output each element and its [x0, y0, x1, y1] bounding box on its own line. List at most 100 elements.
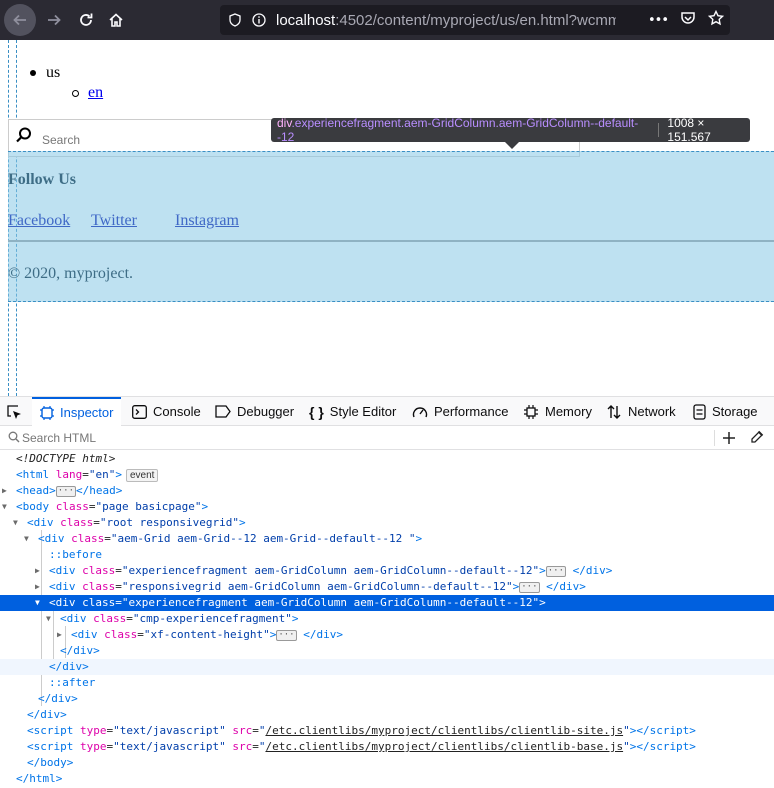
tab-label: Style Editor: [329, 404, 397, 419]
expand-twisty-icon[interactable]: ▶: [57, 627, 67, 643]
back-button[interactable]: [4, 4, 36, 36]
pocket-icon[interactable]: [680, 10, 696, 30]
markup-node[interactable]: <html lang="en"> event: [0, 467, 774, 483]
markup-node-content: </div>: [49, 660, 89, 673]
tab-debugger[interactable]: Debugger: [215, 397, 294, 426]
follow-us-heading: Follow Us: [8, 171, 76, 188]
element-picker-icon: [7, 404, 21, 419]
network-arrows-icon: [607, 404, 621, 419]
search-icon: [8, 431, 20, 443]
tab-console[interactable]: Console: [132, 397, 201, 426]
tab-label: Inspector: [60, 405, 114, 420]
tab-style-editor[interactable]: { } Style Editor: [309, 397, 396, 426]
markup-node[interactable]: ▶ <div class="xf-content-height"> ··· </di…: [0, 627, 774, 643]
home-icon: [109, 13, 123, 27]
nav-item-language: en: [72, 84, 103, 102]
eyedropper-button[interactable]: [750, 430, 764, 447]
infobar-arrow: [505, 142, 519, 149]
bullet-icon: [30, 70, 36, 76]
search-input[interactable]: Search: [42, 133, 80, 147]
add-node-button[interactable]: [722, 427, 736, 450]
language-link-en[interactable]: en: [88, 84, 103, 102]
markup-tree: <!DOCTYPE html> <html lang="en"> event ▶ <he…: [0, 450, 774, 788]
infobar-tag: div: [277, 116, 292, 130]
markup-node[interactable]: <script type="text/javascript" src="/etc…: [0, 723, 774, 739]
markup-node[interactable]: </div>: [0, 659, 774, 675]
tab-memory[interactable]: Memory: [523, 397, 592, 426]
infobar-dimensions: 1008 × 151.567: [667, 116, 711, 144]
markup-node-content: </body>: [27, 756, 74, 769]
tab-label: Storage: [712, 404, 758, 419]
markup-node-content: ::before: [49, 548, 102, 561]
url-text[interactable]: localhost:4502/content/myproject/us/en.h…: [276, 12, 616, 29]
markup-node[interactable]: </div>: [0, 643, 774, 659]
collapse-twisty-icon[interactable]: ▼: [24, 531, 34, 547]
markup-node-content: <head> ··· </head>: [16, 484, 123, 497]
markup-node[interactable]: ▼ <div class="aem-Grid aem-Grid--12 aem-G…: [0, 531, 774, 547]
tab-performance[interactable]: Performance: [412, 397, 508, 426]
markup-node[interactable]: ::before: [0, 547, 774, 563]
page-actions-button[interactable]: •••: [648, 13, 669, 28]
collapse-twisty-icon[interactable]: ▼: [2, 499, 12, 515]
url-host: localhost: [276, 11, 336, 29]
tab-inspector[interactable]: Inspector: [32, 397, 122, 426]
markup-node[interactable]: ▼ <body class="page basicpage">: [0, 499, 774, 515]
markup-node-selected[interactable]: ▼ <div class="experiencefragment aem-Grid…: [0, 595, 774, 611]
collapse-twisty-icon[interactable]: ▼: [35, 595, 45, 611]
arrow-right-icon: [48, 14, 61, 26]
circle-bullet-icon: [72, 89, 79, 97]
bookmark-star-icon[interactable]: [707, 9, 725, 30]
copyright-text: © 2020, myproject.: [8, 265, 134, 282]
markup-node[interactable]: ▼ <div class="cmp-experiencefragment">: [0, 611, 774, 627]
markup-node[interactable]: <!DOCTYPE html>: [0, 451, 774, 467]
address-bar[interactable]: localhost:4502/content/myproject/us/en.h…: [220, 5, 730, 35]
markup-node-content: <div class="root responsivegrid">: [27, 516, 246, 529]
element-picker-button[interactable]: [6, 397, 22, 426]
inspector-infobar: div.experiencefragment.aem-GridColumn.ae…: [271, 116, 750, 144]
infobar-classes: .experiencefragment.aem-GridColumn.aem-G…: [277, 116, 639, 144]
markup-node-content: <div class="aem-Grid aem-Grid--12 aem-Gr…: [38, 532, 423, 545]
facebook-link[interactable]: Facebook: [8, 212, 70, 230]
markup-node[interactable]: ▶ <div class="experiencefragment aem-Grid…: [0, 563, 774, 579]
tab-label: Memory: [545, 404, 592, 419]
forward-button[interactable]: [38, 4, 70, 36]
collapse-twisty-icon[interactable]: ▼: [13, 515, 23, 531]
markup-node[interactable]: </div>: [0, 691, 774, 707]
shield-icon[interactable]: [228, 13, 242, 27]
tab-network[interactable]: Network: [606, 397, 676, 426]
markup-node-content: <div class="xf-content-height"> ··· </div…: [71, 628, 343, 641]
expand-twisty-icon[interactable]: ▶: [35, 563, 45, 579]
collapse-twisty-icon[interactable]: ▼: [46, 611, 56, 627]
tab-label: Network: [628, 404, 676, 419]
home-button[interactable]: [100, 4, 132, 36]
search-html-bar: Search HTML: [0, 426, 774, 450]
plus-icon: [723, 432, 735, 444]
arrow-left-icon: [13, 14, 26, 26]
markup-node-content: </div>: [38, 692, 78, 705]
gauge-icon: [412, 406, 428, 417]
tab-storage[interactable]: Storage: [693, 397, 758, 426]
markup-node[interactable]: ▼ <div class="root responsivegrid">: [0, 515, 774, 531]
search-html-input[interactable]: Search HTML: [22, 431, 96, 445]
expand-twisty-icon[interactable]: ▶: [2, 483, 12, 499]
markup-node[interactable]: </body>: [0, 755, 774, 771]
infobar-selector: div.experiencefragment.aem-GridColumn.ae…: [277, 116, 650, 144]
markup-node[interactable]: </div>: [0, 707, 774, 723]
info-icon[interactable]: [252, 13, 266, 27]
markup-node[interactable]: ▶ <div class="responsivegrid aem-GridColu…: [0, 579, 774, 595]
markup-node-content: <html lang="en"> event: [16, 467, 159, 483]
markup-node[interactable]: ▶ <head> ··· </head>: [0, 483, 774, 499]
markup-node-content: <script type="text/javascript" src="/etc…: [27, 724, 696, 737]
markup-node-content: </html>: [16, 772, 63, 785]
reload-icon: [80, 13, 93, 26]
twitter-link[interactable]: Twitter: [91, 212, 137, 230]
markup-node-content: <!DOCTYPE html>: [16, 452, 116, 465]
expand-twisty-icon[interactable]: ▶: [35, 579, 45, 595]
markup-node[interactable]: <script type="text/javascript" src="/etc…: [0, 739, 774, 755]
reload-button[interactable]: [70, 4, 102, 36]
markup-node-content: <div class="responsivegrid aem-GridColum…: [49, 580, 586, 593]
markup-node-content: </div>: [27, 708, 67, 721]
markup-node[interactable]: ::after: [0, 675, 774, 691]
instagram-link[interactable]: Instagram: [175, 212, 239, 230]
markup-node[interactable]: </html>: [0, 771, 774, 787]
